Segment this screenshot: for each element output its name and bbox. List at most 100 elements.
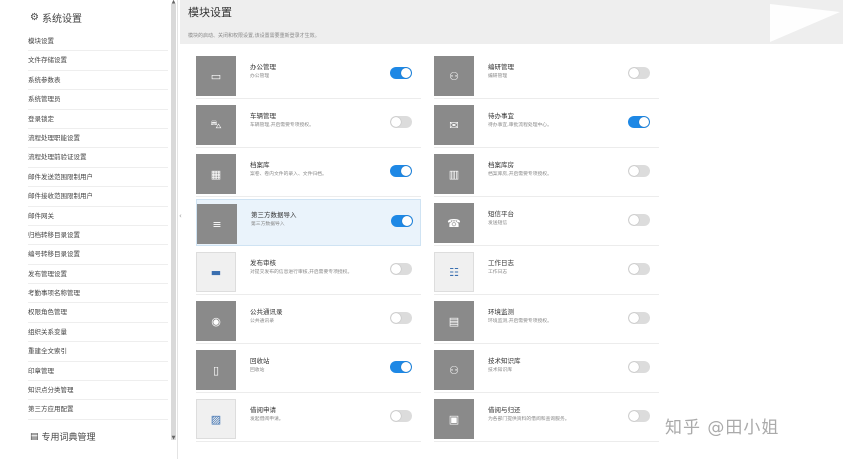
knowledge-icon: ⚇ (434, 350, 474, 390)
module-description: 办公管理 (250, 74, 270, 79)
module-card[interactable]: ⚇ 编研管理 编研管理 (434, 52, 659, 99)
sidebar-item[interactable]: 知识点分类管理 (28, 381, 168, 401)
borrow-image-icon: ▨ (196, 399, 236, 439)
sidebar-header-label: 系统设置 (41, 14, 82, 25)
sidebar-item[interactable]: 组织关系变量 (28, 323, 168, 343)
module-description: 案卷、卷内文件的录入、文件归档。 (250, 172, 327, 177)
module-card[interactable]: ☷ 工作日志 工作日志 (434, 248, 659, 295)
sidebar-item[interactable]: 归档转移目录设置 (28, 226, 168, 246)
toggle-knob (629, 68, 639, 78)
sidebar-scrollbar[interactable] (171, 4, 176, 440)
sidebar: ⚙ 系统设置 模块设置 文件存储设置 系统参数表 系统管理员 登录锁定 流程处理职能设置流… (0, 0, 178, 459)
module-name: 借阅申请 (250, 406, 276, 414)
module-name: 短信平台 (488, 210, 514, 218)
module-card[interactable]: ▭ 办公管理 办公管理 (196, 52, 421, 99)
module-card[interactable]: ⚇ 技术知识库 技术知识库 (434, 346, 659, 393)
module-description: 档案库房,开启需要专项授权。 (488, 172, 552, 177)
contact-icon: ◉ (196, 301, 236, 341)
sidebar-item[interactable]: 发布管理设置 (28, 265, 168, 285)
module-toggle[interactable] (628, 263, 650, 275)
toggle-knob (391, 117, 401, 127)
archive-icon: ▦ (196, 154, 236, 194)
sidebar-item[interactable]: 邮件接收范围限制用户 (28, 187, 168, 207)
sidebar-footer-label: 专用词典管理 (41, 433, 96, 443)
module-card[interactable]: ▨ 借阅申请 发起借阅申请。 (196, 395, 421, 442)
scroll-up-icon[interactable]: ▲ (171, 0, 176, 5)
module-card[interactable]: ▯ 回收站 回收站 (196, 346, 421, 393)
scroll-down-icon[interactable]: ▼ (171, 436, 176, 441)
module-card[interactable]: ☎ 短信平台发送短信 (434, 199, 659, 246)
module-card[interactable]: ✉ 待办事宜 待办事宜,审批流程处理中心。 (434, 101, 659, 148)
watermark: 知乎 @田小姐 (665, 418, 780, 438)
module-name: 第三方数据导入 (251, 211, 297, 219)
toggle-knob (391, 313, 401, 323)
sidebar-footer[interactable]: ▤ 专用词典管理 (30, 430, 96, 444)
module-toggle[interactable] (390, 116, 412, 128)
module-description: 公共通讯录 (250, 319, 274, 324)
module-description: 回收站 (250, 368, 265, 373)
sidebar-item[interactable]: 流程处理职能设置 (28, 129, 168, 149)
sidebar-item[interactable]: 权限角色管理 (28, 303, 168, 323)
module-card[interactable]: ▥ 档案库房 档案库房,开启需要专项授权。 (434, 150, 659, 197)
mail-icon: ✉ (434, 105, 474, 145)
module-toggle[interactable] (390, 410, 412, 422)
module-description: 发送短信 (488, 221, 508, 226)
module-name: 回收站 (250, 357, 270, 365)
module-toggle[interactable] (628, 214, 650, 226)
app-root: ⚙ 系统设置 模块设置 文件存储设置 系统参数表 系统管理员 登录锁定 流程处理职能设置流… (0, 0, 843, 459)
module-toggle[interactable] (390, 312, 412, 324)
module-toggle[interactable] (628, 67, 650, 79)
module-name: 编研管理 (488, 63, 514, 71)
module-toggle[interactable] (391, 215, 413, 227)
module-name: 技术知识库 (488, 357, 521, 365)
module-card[interactable]: ▤ 环境监测 环境监测,开启需要专项授权。 (434, 297, 659, 344)
module-toggle[interactable] (390, 361, 412, 373)
collapse-handle-icon[interactable]: ‹ (179, 212, 182, 224)
module-toggle[interactable] (628, 165, 650, 177)
module-toggle[interactable] (390, 165, 412, 177)
module-description: 技术知识库 (488, 368, 512, 373)
sidebar-item[interactable]: 第三方应用配置 (28, 400, 168, 420)
toggle-knob (629, 215, 639, 225)
sidebar-item[interactable]: 重建全文索引 (28, 342, 168, 362)
sidebar-item[interactable]: 流程处理前验证设置 (28, 148, 168, 168)
toggle-knob (401, 362, 411, 372)
module-description: 环境监测,开启需要专项授权。 (488, 319, 552, 324)
module-toggle[interactable] (628, 312, 650, 324)
module-card[interactable]: ◉ 公共通讯录 公共通讯录 (196, 297, 421, 344)
module-card[interactable]: ▬ 发布审核 对提交发布的信息进行审核,开启需要专项授权。 (196, 248, 421, 295)
toggle-knob (401, 166, 411, 176)
module-description: 车辆管理,开启需要专项授权。 (250, 123, 314, 128)
book-icon: ▤ (30, 431, 39, 442)
module-name: 环境监测 (488, 308, 514, 316)
sidebar-item[interactable]: 邮件发送范围限制用户 (28, 168, 168, 188)
sidebar-item[interactable]: 考勤事项名称管理 (28, 284, 168, 304)
module-toggle[interactable] (628, 410, 650, 422)
sidebar-item[interactable]: 模块设置 (28, 32, 168, 52)
sidebar-item[interactable]: 编号转移目录设置 (28, 245, 168, 265)
module-toggle[interactable] (390, 263, 412, 275)
module-card[interactable]: ▣ 借阅与归还 为各部门提供资料的借阅和查询服务。 (434, 395, 659, 442)
toggle-knob (629, 264, 639, 274)
module-card[interactable]: ▦ 档案库 案卷、卷内文件的录入、文件归档。 (196, 150, 421, 197)
page-header: 模块设置 模块的启动、关闭和权限设置,该设置需要重新登录才生效。 (180, 0, 843, 44)
toggle-knob (391, 264, 401, 274)
module-card[interactable]: ⛍ 车辆管理 车辆管理,开启需要专项授权。 (196, 101, 421, 148)
module-toggle[interactable] (628, 116, 650, 128)
worklog-image-icon: ☷ (434, 252, 474, 292)
sidebar-item[interactable]: 登录锁定 (28, 110, 168, 129)
phone-icon: ☎ (434, 203, 474, 243)
sidebar-header[interactable]: ⚙ 系统设置 (30, 10, 82, 25)
sidebar-item[interactable]: 印章管理 (28, 362, 168, 382)
toggle-knob (629, 411, 639, 421)
sidebar-item[interactable]: 文件存储设置 (28, 51, 168, 71)
sidebar-item[interactable]: 邮件网关 (28, 207, 168, 226)
module-toggle[interactable] (628, 361, 650, 373)
module-description: 工作日志 (488, 270, 508, 275)
sidebar-item[interactable]: 系统管理员 (28, 90, 168, 110)
publish-image-icon: ▬ (196, 252, 236, 292)
sidebar-item[interactable]: 系统参数表 (28, 71, 168, 91)
module-toggle[interactable] (390, 67, 412, 79)
header-decoration (770, 4, 840, 42)
module-card[interactable]: ≡ 第三方数据导入 第三方数据导入 (196, 199, 421, 246)
